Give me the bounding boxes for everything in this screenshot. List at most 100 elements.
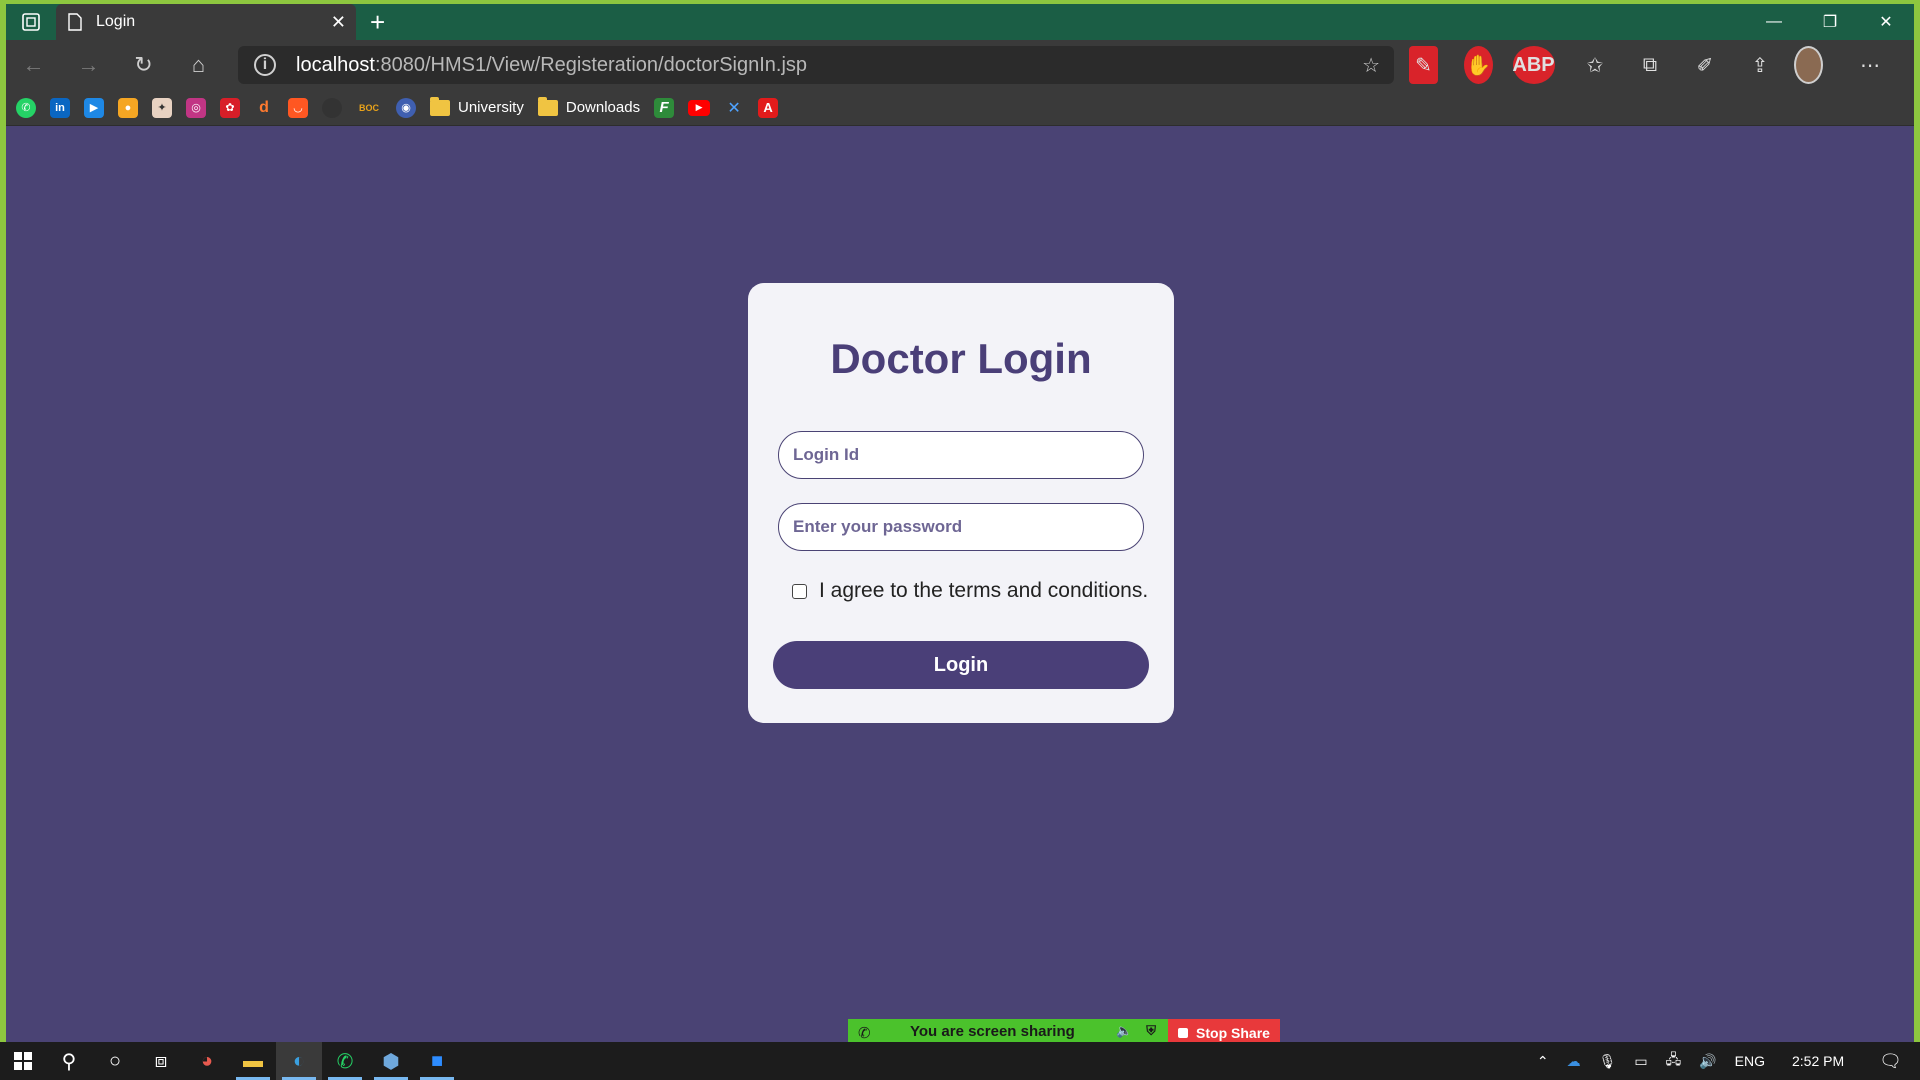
taskbar-app-paint[interactable]: ◕: [184, 1042, 230, 1080]
share-icon[interactable]: ⇪: [1739, 46, 1781, 84]
edit-icon[interactable]: ✐: [1684, 46, 1726, 84]
bookmark-downloads[interactable]: Downloads: [537, 94, 640, 122]
battery-icon[interactable]: ▭: [1634, 1053, 1647, 1070]
tab-login[interactable]: Login ✕: [56, 4, 356, 40]
address-bar[interactable]: i localhost:8080/HMS1/View/Registeration…: [238, 46, 1394, 84]
folder-icon: [537, 96, 558, 116]
boc-icon: BOC: [359, 102, 379, 113]
profile-avatar[interactable]: [1794, 46, 1836, 84]
forward-icon[interactable]: →: [61, 40, 116, 90]
video-icon: ▶: [84, 97, 104, 118]
youtube-icon: ▶: [688, 99, 711, 116]
task-view-icon[interactable]: ⧈: [138, 1042, 184, 1080]
windows-start-icon[interactable]: [0, 1042, 46, 1080]
taskbar-app-virtualbox[interactable]: ⬢: [368, 1042, 414, 1080]
tab-bar: Login ✕ + — ❐ ✕: [6, 4, 1914, 40]
home-icon[interactable]: ⌂: [171, 40, 226, 90]
chevron-up-icon[interactable]: ⌃: [1537, 1053, 1549, 1070]
extension-tool-icon[interactable]: ✎: [1409, 46, 1451, 84]
bookmark-camera[interactable]: ●: [118, 94, 138, 122]
extensions: ✎ ✋ ABP ✩ ⧉ ✐ ⇪ ⋯: [1409, 46, 1904, 84]
workspaces-button[interactable]: [6, 4, 56, 40]
login-button[interactable]: Login: [773, 641, 1149, 689]
bookmark-university[interactable]: University: [430, 94, 524, 122]
add-favorite-icon[interactable]: ☆: [1362, 53, 1380, 78]
huawei-icon: ✿: [220, 97, 240, 118]
collections-icon[interactable]: ⧉: [1629, 46, 1671, 84]
share-icons: 🔈 ⛨: [1116, 1023, 1156, 1039]
system-tray: ⌃ ☁ 🎙 ▭ 🖧 🔊 ENG 2:52 PM 🗨: [1528, 1042, 1920, 1080]
folder-icon: [430, 96, 450, 116]
windows-logo-icon: [14, 1052, 32, 1070]
bookmark-whatsapp[interactable]: ✆: [16, 94, 36, 122]
adblock-label: ABP: [1512, 46, 1555, 84]
share-status-text: You are screen sharing: [910, 1023, 1075, 1040]
f-icon: F: [654, 97, 675, 118]
search-icon[interactable]: ⚲: [46, 1042, 92, 1080]
close-window-icon[interactable]: ✕: [1858, 4, 1914, 40]
bookmark-video[interactable]: ▶: [84, 94, 104, 122]
favorites-icon[interactable]: ✩: [1574, 46, 1616, 84]
bookmark-label: University: [458, 99, 524, 116]
refresh-icon[interactable]: ↻: [116, 40, 171, 90]
bookmark-huawei[interactable]: ✿: [220, 94, 240, 122]
onedrive-icon[interactable]: ☁: [1567, 1053, 1581, 1070]
shop-icon: ◡: [288, 97, 308, 118]
terms-checkbox[interactable]: [792, 583, 807, 599]
window-controls: — ❐ ✕: [1746, 4, 1914, 40]
minimize-icon[interactable]: —: [1746, 4, 1802, 40]
phone-icon: ✆: [858, 1024, 871, 1042]
volume-icon[interactable]: 🔊: [1699, 1053, 1716, 1070]
bookmark-instagram[interactable]: ◎: [186, 94, 206, 122]
terms-label: I agree to the terms and conditions.: [819, 579, 1149, 602]
microphone-icon[interactable]: 🎙: [1599, 1053, 1617, 1070]
bookmark-boc[interactable]: BOC: [356, 94, 382, 122]
restore-icon[interactable]: ❐: [1802, 4, 1858, 40]
new-tab-button[interactable]: +: [370, 4, 385, 40]
adobe-icon: A: [758, 97, 779, 118]
page-title: Doctor Login: [830, 335, 1092, 382]
bookmark-globe[interactable]: ◉: [396, 94, 416, 122]
toolbar: ← → ↻ ⌂ i localhost:8080/HMS1/View/Regis…: [6, 40, 1914, 90]
taskbar-app-file-explorer[interactable]: ▬: [230, 1042, 276, 1080]
dark-icon: [322, 97, 342, 118]
close-icon[interactable]: ✕: [331, 12, 346, 33]
doc-icon: [68, 13, 82, 31]
back-icon[interactable]: ←: [6, 40, 61, 90]
d-icon: d: [259, 98, 269, 116]
password-input[interactable]: [778, 503, 1144, 551]
stop-share-button[interactable]: Stop Share: [1168, 1019, 1280, 1042]
bookmark-d[interactable]: d: [254, 94, 274, 122]
tab-title: Login: [96, 13, 136, 30]
extension-hand-icon[interactable]: ✋: [1464, 46, 1506, 84]
terms-row: I agree to the terms and conditions.: [792, 579, 1148, 603]
network-icon[interactable]: 🖧: [1666, 1049, 1682, 1073]
language-indicator[interactable]: ENG: [1735, 1053, 1765, 1069]
cortana-icon[interactable]: ○: [92, 1042, 138, 1080]
bookmark-dark[interactable]: [322, 94, 342, 122]
bookmark-adobe[interactable]: A: [758, 94, 779, 122]
taskbar-app-zoom[interactable]: ■: [414, 1042, 460, 1080]
bookmarks-bar: ✆ in ▶ ● ✦ ◎ ✿ d ◡ BOC ◉ University Down…: [6, 90, 1914, 126]
taskbar-app-edge[interactable]: ◐: [276, 1042, 322, 1080]
image-icon: ✦: [152, 97, 172, 118]
bookmark-x[interactable]: ✕: [724, 94, 744, 122]
audio-icon[interactable]: 🔈: [1116, 1023, 1132, 1039]
info-icon[interactable]: i: [254, 54, 276, 76]
more-icon[interactable]: ⋯: [1849, 46, 1891, 84]
clock[interactable]: 2:52 PM: [1792, 1053, 1844, 1069]
camera-icon: ●: [118, 97, 138, 118]
bookmark-linkedin[interactable]: in: [50, 94, 70, 122]
bookmark-image[interactable]: ✦: [152, 94, 172, 122]
instagram-icon: ◎: [186, 97, 206, 118]
taskbar: ⚲ ○ ⧈ ◕ ▬ ◐ ✆ ⬢ ■ ⌃ ☁ 🎙 ▭ 🖧 🔊 ENG 2:52 P…: [0, 1042, 1920, 1080]
globe-icon: ◉: [396, 97, 416, 118]
bookmark-youtube[interactable]: ▶: [688, 94, 711, 122]
bookmark-shop[interactable]: ◡: [288, 94, 308, 122]
taskbar-app-whatsapp[interactable]: ✆: [322, 1042, 368, 1080]
adblock-icon[interactable]: ABP: [1512, 46, 1561, 84]
login-id-input[interactable]: [778, 431, 1144, 479]
shield-icon[interactable]: ⛨: [1146, 1023, 1156, 1039]
bookmark-f[interactable]: F: [654, 94, 675, 122]
notification-icon[interactable]: 🗨: [1879, 1051, 1902, 1072]
